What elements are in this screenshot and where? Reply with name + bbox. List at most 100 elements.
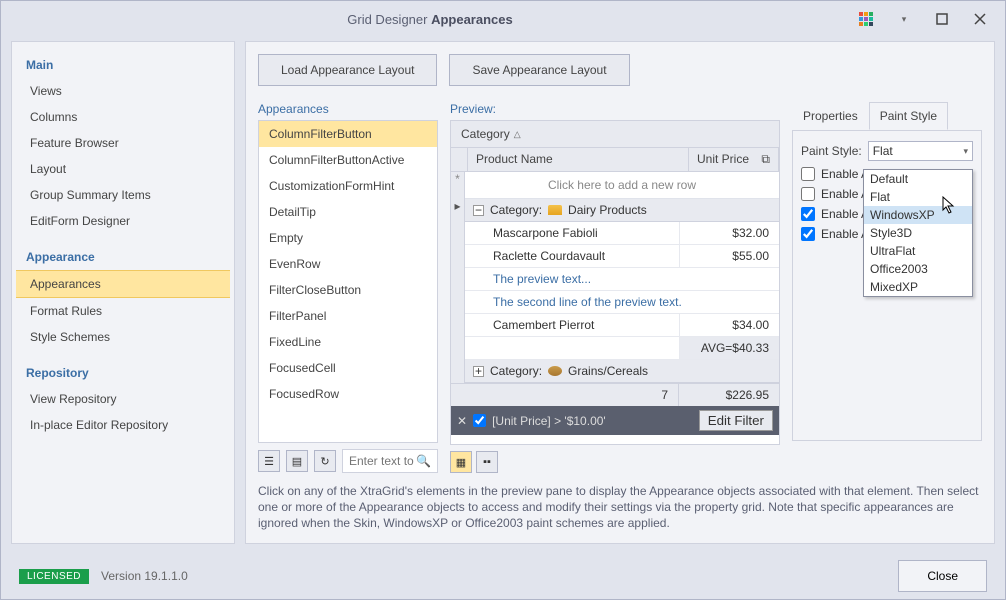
option-default[interactable]: Default [864, 170, 972, 188]
list-item[interactable]: FilterPanel [259, 303, 437, 329]
tab-paint-style[interactable]: Paint Style [869, 102, 948, 130]
load-layout-button[interactable]: Load Appearance Layout [258, 54, 437, 86]
sidebar-heading-repository: Repository [16, 362, 230, 386]
list-item[interactable]: EvenRow [259, 251, 437, 277]
layout-view-icon[interactable]: ▦ [450, 451, 472, 473]
cursor-icon [942, 196, 956, 214]
collapse-icon[interactable]: − [473, 205, 484, 216]
group-by-panel[interactable]: Category △ [451, 121, 779, 148]
enable-check-3[interactable] [801, 207, 815, 221]
skin-palette-icon[interactable] [859, 12, 873, 26]
preview-column: Preview: Category △ Product Name Unit Pr… [450, 102, 780, 473]
paint-style-select[interactable]: Flat ▾ [868, 141, 973, 161]
version-label: Version 19.1.1.0 [101, 569, 188, 583]
sidebar-item-appearances[interactable]: Appearances [16, 270, 230, 298]
footer: LICENSED Version 19.1.1.0 Close [1, 553, 1005, 599]
refresh-icon[interactable]: ↻ [314, 450, 336, 472]
sidebar-item-views[interactable]: Views [16, 78, 230, 104]
columns-area: Appearances ColumnFilterButton ColumnFil… [258, 102, 982, 473]
list-item[interactable]: CustomizationFormHint [259, 173, 437, 199]
sidebar-heading-appearance: Appearance [16, 246, 230, 270]
maximize-icon[interactable] [935, 12, 949, 26]
close-button[interactable]: Close [898, 560, 987, 592]
preview-toolbar: ▦ ▪▪ [450, 451, 780, 473]
filter-expr: [Unit Price] > '$10.00' [492, 414, 606, 428]
option-ultraflat[interactable]: UltraFlat [864, 242, 972, 260]
sidebar-item-style-schemes[interactable]: Style Schemes [16, 324, 230, 350]
filter-panel: ✕ [Unit Price] > '$10.00' Edit Filter [451, 406, 779, 435]
option-office2003[interactable]: Office2003 [864, 260, 972, 278]
sidebar-item-columns[interactable]: Columns [16, 104, 230, 130]
title-bold: Appearances [431, 12, 513, 27]
list-item[interactable]: FocusedCell [259, 355, 437, 381]
sidebar-item-group-summary[interactable]: Group Summary Items [16, 182, 230, 208]
list-item[interactable]: ColumnFilterButton [259, 121, 437, 147]
column-headers: Product Name Unit Price⧉ [451, 148, 779, 172]
appearances-label: Appearances [258, 102, 438, 116]
enable-check-1[interactable] [801, 167, 815, 181]
filter-icon[interactable]: ⧉ [761, 152, 770, 167]
sidebar-item-editform[interactable]: EditForm Designer [16, 208, 230, 234]
list-toolbar: ☰ ▤ ↻ 🔍 [258, 449, 438, 473]
col-unit-price[interactable]: Unit Price⧉ [689, 148, 779, 171]
title-prefix: Grid Designer [347, 12, 431, 27]
sidebar-item-view-repo[interactable]: View Repository [16, 386, 230, 412]
new-row[interactable]: Click here to add a new row [465, 172, 779, 199]
sidebar-item-layout[interactable]: Layout [16, 156, 230, 182]
list-item[interactable]: DetailTip [259, 199, 437, 225]
preview-text-1: The preview text... [465, 268, 779, 291]
tab-properties[interactable]: Properties [792, 102, 869, 130]
current-row-icon: ▸ [451, 199, 465, 383]
search-input[interactable] [349, 454, 416, 468]
titlebar: Grid Designer Appearances ▾ [1, 1, 1005, 37]
window: Grid Designer Appearances ▾ Main Views C… [0, 0, 1006, 600]
close-icon[interactable] [973, 12, 987, 26]
properties-column: Properties Paint Style Paint Style: Flat… [792, 102, 982, 473]
save-layout-button[interactable]: Save Appearance Layout [449, 54, 629, 86]
paint-style-row: Paint Style: Flat ▾ [801, 141, 973, 161]
list-item[interactable]: Empty [259, 225, 437, 251]
top-buttons: Load Appearance Layout Save Appearance L… [258, 54, 982, 86]
main-panel: Load Appearance Layout Save Appearance L… [245, 41, 995, 544]
grain-icon [548, 366, 562, 376]
cheese-icon [548, 205, 562, 215]
window-controls: ▾ [859, 12, 1005, 26]
edit-filter-button[interactable]: Edit Filter [699, 410, 773, 431]
group-row[interactable]: − Category: Dairy Products [465, 199, 779, 222]
paint-style-dropdown[interactable]: Default Flat WindowsXP Style3D UltraFlat… [863, 169, 973, 297]
sidebar-item-format-rules[interactable]: Format Rules [16, 298, 230, 324]
select-all-icon[interactable]: ☰ [258, 450, 280, 472]
list-item[interactable]: FilterCloseButton [259, 277, 437, 303]
sort-asc-icon: △ [514, 129, 521, 140]
option-style3d[interactable]: Style3D [864, 224, 972, 242]
appearances-list[interactable]: ColumnFilterButton ColumnFilterButtonAct… [258, 120, 438, 443]
preview-text-2: The second line of the preview text. [465, 291, 779, 314]
list-item[interactable]: FixedLine [259, 329, 437, 355]
close-filter-icon[interactable]: ✕ [457, 414, 467, 428]
dropdown-icon[interactable]: ▾ [897, 12, 911, 26]
filter-checkbox[interactable] [473, 414, 486, 427]
property-tabs: Properties Paint Style [792, 102, 982, 131]
group-row[interactable]: + Category: Grains/Cereals [465, 360, 779, 383]
expand-icon[interactable]: + [473, 366, 484, 377]
license-badge: LICENSED [19, 569, 89, 584]
enable-check-2[interactable] [801, 187, 815, 201]
col-product-name[interactable]: Product Name [468, 148, 689, 171]
option-mixedxp[interactable]: MixedXP [864, 278, 972, 296]
search-icon[interactable]: 🔍 [416, 454, 431, 468]
group-by-col: Category [461, 127, 510, 141]
preview-label: Preview: [450, 102, 780, 116]
sidebar-item-editor-repo[interactable]: In-place Editor Repository [16, 412, 230, 438]
deselect-icon[interactable]: ▤ [286, 450, 308, 472]
sidebar-item-feature-browser[interactable]: Feature Browser [16, 130, 230, 156]
enable-check-4[interactable] [801, 227, 815, 241]
card-view-icon[interactable]: ▪▪ [476, 451, 498, 473]
preview-grid[interactable]: Category △ Product Name Unit Price⧉ * Cl… [450, 120, 780, 445]
table-row[interactable]: Camembert Pierrot$34.00 [465, 314, 779, 337]
list-item[interactable]: FocusedRow [259, 381, 437, 407]
table-row[interactable]: Raclette Courdavault$55.00 [465, 245, 779, 268]
list-item[interactable]: ColumnFilterButtonActive [259, 147, 437, 173]
table-row[interactable]: Mascarpone Fabioli$32.00 [465, 222, 779, 245]
appearances-column: Appearances ColumnFilterButton ColumnFil… [258, 102, 438, 473]
content: Main Views Columns Feature Browser Layou… [11, 41, 995, 544]
